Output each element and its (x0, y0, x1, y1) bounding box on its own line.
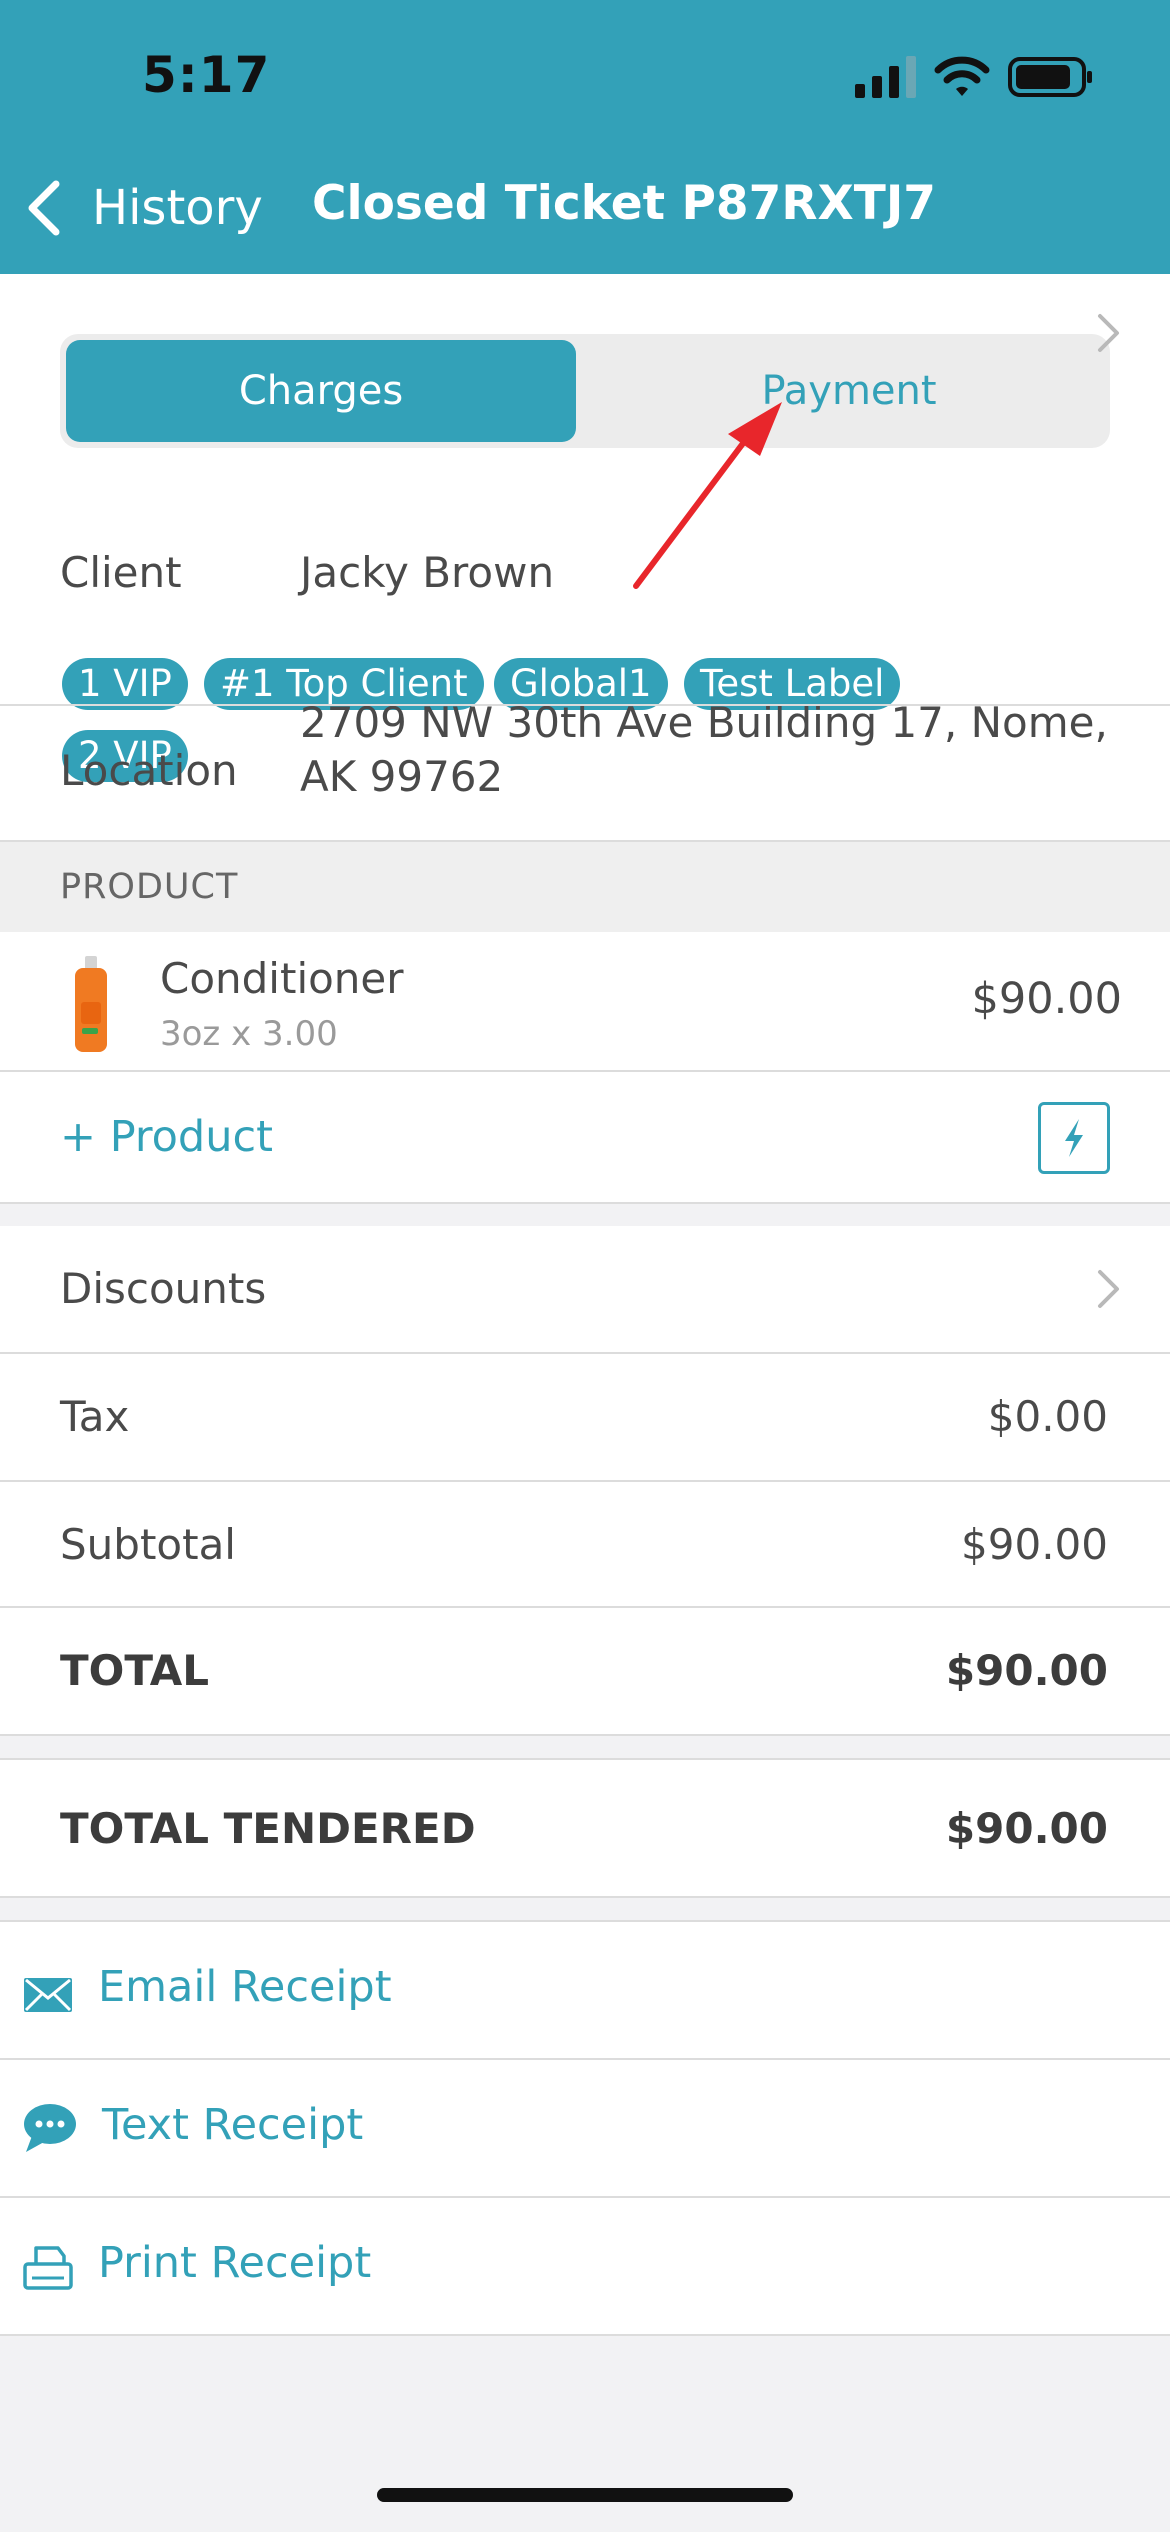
text-receipt-label: Text Receipt (102, 2100, 364, 2150)
chevron-right-icon (1098, 314, 1119, 352)
email-receipt-label: Email Receipt (98, 1962, 392, 2012)
subtotal-row: Subtotal $90.00 (0, 1482, 1170, 1608)
print-receipt-row[interactable]: Print Receipt (0, 2198, 1170, 2334)
subtotal-label: Subtotal (60, 1520, 236, 1569)
subtotal-value: $90.00 (961, 1520, 1108, 1569)
total-tendered-value: $90.00 (945, 1804, 1108, 1853)
status-time: 5:17 (142, 46, 271, 104)
tax-label: Tax (60, 1392, 130, 1441)
printer-icon (23, 2246, 73, 2290)
location-line2: AK 99762 (300, 752, 504, 801)
product-detail: 3oz x 3.00 (160, 1014, 338, 1054)
divider (0, 1070, 1170, 1072)
divider (0, 1202, 1170, 1204)
back-label: History (92, 180, 263, 236)
text-receipt-row[interactable]: Text Receipt (0, 2060, 1170, 2196)
quick-add-button[interactable] (1038, 1102, 1110, 1174)
divider (0, 2334, 1170, 2336)
product-section-header: PRODUCT (0, 842, 1170, 932)
battery-icon (1008, 57, 1092, 97)
section-gap (0, 1898, 1170, 1920)
total-value: $90.00 (945, 1646, 1108, 1695)
annotation-arrow (633, 402, 782, 589)
chevron-left-icon (28, 180, 60, 236)
section-gap (0, 1202, 1170, 1226)
home-indicator[interactable] (377, 2488, 793, 2502)
wifi-icon (934, 56, 990, 96)
navigation-header: 5:17 History Closed Ticket P87RXTJ7 (0, 0, 1170, 274)
discounts-label: Discounts (60, 1264, 267, 1313)
envelope-icon (24, 1978, 72, 2012)
tax-value: $0.00 (987, 1392, 1108, 1441)
chevron-right-icon (1098, 1270, 1119, 1308)
segmented-control: Charges Payment (60, 334, 1110, 448)
product-name: Conditioner (160, 954, 404, 1003)
cellular-signal-icon (855, 56, 916, 98)
total-tendered-row: TOTAL TENDERED $90.00 (0, 1760, 1170, 1896)
section-gap (0, 1736, 1170, 1758)
print-receipt-label: Print Receipt (98, 2238, 372, 2288)
add-product-button[interactable]: + Product (60, 1112, 273, 1162)
product-price: $90.00 (971, 974, 1122, 1024)
back-button[interactable]: History (24, 172, 263, 244)
email-receipt-row[interactable]: Email Receipt (0, 1922, 1170, 2058)
client-tag: 1 VIP (62, 658, 188, 710)
client-name: Jacky Brown (300, 548, 555, 597)
location-label: Location (60, 746, 238, 795)
product-row[interactable]: Conditioner 3oz x 3.00 $90.00 (0, 932, 1170, 1070)
divider (0, 704, 1170, 706)
total-label: TOTAL (60, 1646, 210, 1695)
total-row: TOTAL $90.00 (0, 1608, 1170, 1734)
chat-bubble-icon (24, 2104, 76, 2152)
conditioner-bottle-image (75, 956, 107, 1052)
client-label: Client (60, 548, 182, 597)
tab-charges[interactable]: Charges (66, 340, 576, 442)
lightning-icon (1065, 1119, 1083, 1157)
total-tendered-label: TOTAL TENDERED (60, 1804, 476, 1853)
page-title: Closed Ticket P87RXTJ7 (312, 176, 937, 231)
tax-row: Tax $0.00 (0, 1354, 1170, 1480)
discounts-row[interactable]: Discounts (0, 1226, 1170, 1352)
